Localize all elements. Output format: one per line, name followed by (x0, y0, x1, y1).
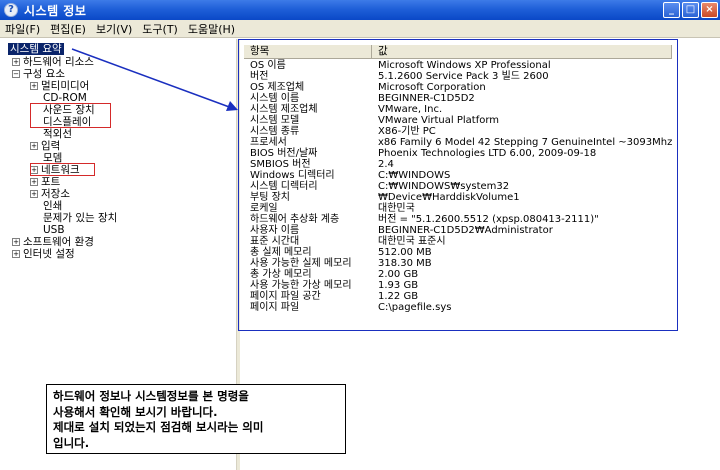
tree-item-printing[interactable]: 인쇄 (43, 200, 62, 212)
expand-icon[interactable]: + (30, 82, 38, 90)
title-bar: ? 시스템 정보 _ □ × (0, 0, 720, 20)
highlight-summary-table (238, 39, 678, 331)
note-line: 하드웨어 정보나 시스템정보를 본 명령을 (53, 389, 249, 403)
tree-item-label: 포트 (41, 176, 61, 188)
tree-item-system-summary[interactable]: 시스템 요약 (8, 43, 64, 55)
note-line: 사용해서 확인해 보시기 바랍니다. (53, 404, 218, 419)
help-icon: ? (4, 3, 18, 17)
tree-item-internet-settings[interactable]: + 인터넷 설정 (12, 248, 75, 260)
tree-item-software-environment[interactable]: + 소프트웨어 환경 (12, 236, 94, 248)
highlight-network (30, 163, 95, 176)
tree-item-label: 적외선 (43, 128, 72, 140)
tree-item-usb[interactable]: USB (43, 224, 65, 236)
tree-item-ports[interactable]: + 포트 (30, 176, 60, 188)
tree-item-label: 인터넷 설정 (23, 248, 75, 260)
expand-icon[interactable]: + (30, 190, 38, 198)
tree-item-label: 문제가 있는 장치 (43, 212, 118, 224)
expand-icon[interactable]: + (30, 178, 38, 186)
expand-icon[interactable]: + (12, 250, 20, 258)
window-controls: _ □ × (663, 2, 718, 18)
tree-item-hardware-resources[interactable]: + 하드웨어 리소스 (12, 56, 94, 68)
tree-item-label: 인쇄 (43, 200, 63, 212)
expand-icon[interactable]: + (12, 238, 20, 246)
expand-icon[interactable]: + (30, 142, 38, 150)
menu-edit[interactable]: 편집(E) (45, 21, 91, 37)
tree-item-label: 멀티미디어 (41, 80, 90, 92)
tree-item-label: 입력 (41, 140, 61, 152)
collapse-icon[interactable]: − (12, 70, 20, 78)
menu-file[interactable]: 파일(F) (0, 21, 45, 37)
tree-item-infrared[interactable]: 적외선 (43, 128, 72, 140)
menu-help[interactable]: 도움말(H) (183, 21, 240, 37)
tree-item-label: 구성 요소 (23, 68, 65, 80)
tree-item-multimedia[interactable]: + 멀티미디어 (30, 80, 89, 92)
tree-item-components[interactable]: − 구성 요소 (12, 68, 65, 80)
minimize-button[interactable]: _ (663, 2, 680, 18)
menu-bar: 파일(F) 편집(E) 보기(V) 도구(T) 도움말(H) (0, 20, 720, 38)
menu-tools[interactable]: 도구(T) (137, 21, 183, 37)
note-line: 제대로 설치 되었는지 점검해 보시라는 의미 (53, 420, 264, 434)
tree-item-storage[interactable]: + 저장소 (30, 188, 70, 200)
tree-item-label: 저장소 (41, 188, 70, 200)
highlight-sound-display (30, 103, 111, 128)
expand-icon[interactable]: + (12, 58, 20, 66)
window-title: 시스템 정보 (24, 3, 87, 18)
tree-item-problem-devices[interactable]: 문제가 있는 장치 (43, 212, 117, 224)
tree-item-label: 하드웨어 리소스 (23, 56, 94, 68)
tree-item-label: 시스템 요약 (8, 43, 64, 55)
tree-item-label: 소프트웨어 환경 (23, 236, 94, 248)
annotation-note: 하드웨어 정보나 시스템정보를 본 명령을 사용해서 확인해 보시기 바랍니다.… (46, 384, 346, 454)
maximize-button[interactable]: □ (682, 2, 699, 18)
tree-item-label: USB (43, 224, 65, 236)
note-line: 입니다. (53, 435, 90, 450)
menu-view[interactable]: 보기(V) (91, 21, 137, 37)
tree-item-input[interactable]: + 입력 (30, 140, 60, 152)
close-button[interactable]: × (701, 2, 718, 18)
